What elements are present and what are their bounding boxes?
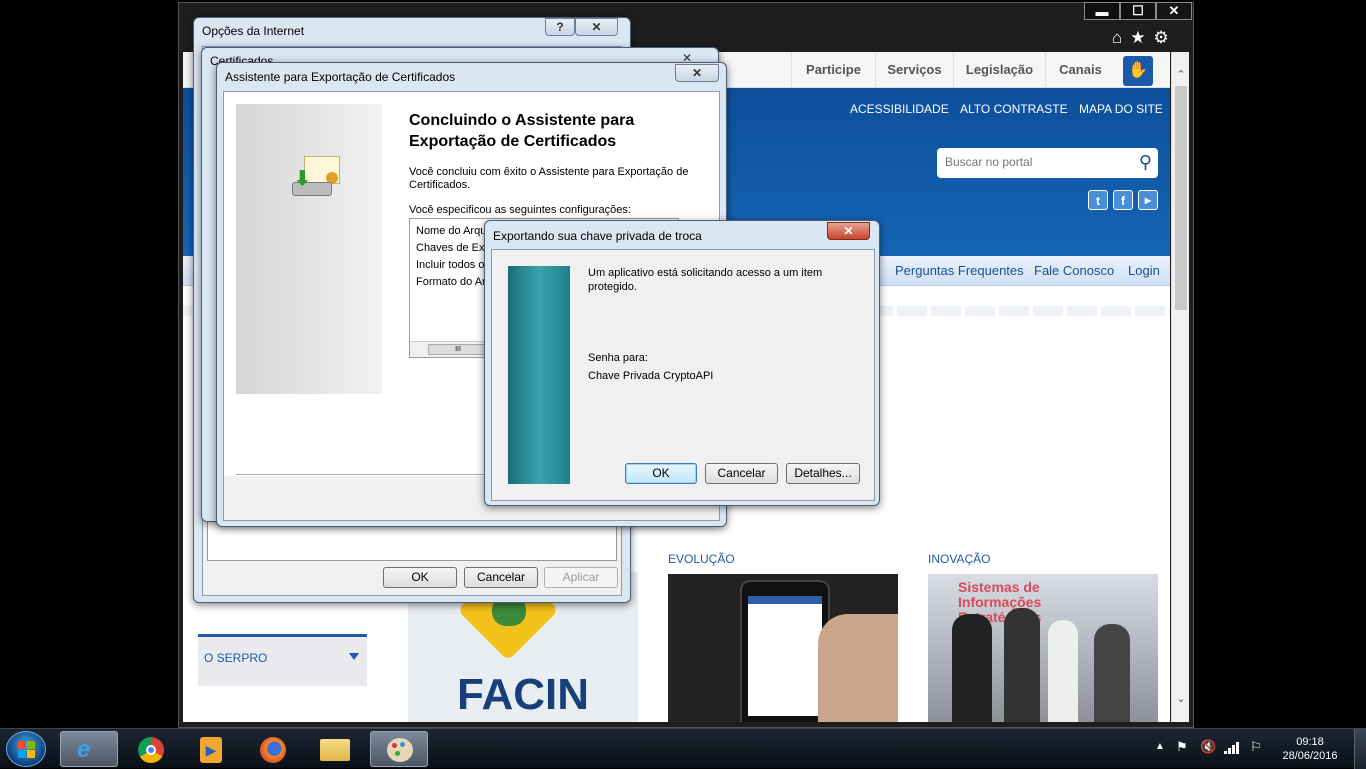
home-icon[interactable]: ⌂ bbox=[1112, 28, 1122, 48]
scroll-up-icon[interactable]: ⌃ bbox=[1175, 68, 1187, 81]
facebook-icon[interactable]: f bbox=[1113, 190, 1133, 210]
details-button[interactable]: Detalhes... bbox=[786, 463, 860, 484]
twitter-icon[interactable]: t bbox=[1088, 190, 1108, 210]
list-item: Incluir todos o bbox=[416, 259, 485, 271]
section-inovacao-label: INOVAÇÃO bbox=[928, 552, 991, 566]
close-button[interactable]: ✕ bbox=[675, 64, 719, 82]
taskbar: e ▶ ▲ ⚑ 🔇 ⚐ 09:18 28/06/2016 bbox=[0, 728, 1366, 769]
close-button[interactable]: ✕ bbox=[827, 222, 870, 240]
section-evolucao-label: EVOLUÇÃO bbox=[668, 552, 735, 566]
list-item: Nome do Arqu bbox=[416, 225, 487, 237]
nav-servicos[interactable]: Serviços bbox=[875, 52, 953, 88]
power-icon[interactable]: ⚐ bbox=[1250, 739, 1262, 755]
list-item: Formato do Ar bbox=[416, 276, 486, 288]
link-login[interactable]: Login bbox=[1128, 263, 1160, 278]
certificate-export-icon: ⬇ bbox=[292, 156, 342, 198]
cancel-button[interactable]: Cancelar bbox=[705, 463, 778, 484]
password-for-label: Senha para: bbox=[588, 352, 648, 364]
close-button[interactable]: ✕ bbox=[575, 18, 618, 36]
link-acessibilidade[interactable]: ACESSIBILIDADE bbox=[850, 102, 949, 116]
serpro-label: O SERPRO bbox=[204, 651, 268, 665]
wizard-side-panel: ⬇ bbox=[236, 104, 382, 394]
browser-toolbar: ⌂ ★ ⚙ bbox=[1112, 28, 1182, 48]
start-button[interactable] bbox=[6, 731, 46, 767]
apply-button[interactable]: Aplicar bbox=[544, 567, 618, 588]
list-item: Chaves de Exp bbox=[416, 242, 491, 254]
security-banner bbox=[508, 266, 570, 484]
evolucao-news-image[interactable] bbox=[668, 574, 898, 722]
file-explorer-icon[interactable] bbox=[306, 731, 364, 767]
link-fale-conosco[interactable]: Fale Conosco bbox=[1034, 263, 1114, 278]
show-hidden-icons-icon[interactable]: ▲ bbox=[1155, 741, 1165, 752]
search-icon[interactable]: ⚲ bbox=[1139, 152, 1152, 173]
ok-button[interactable]: OK bbox=[625, 463, 697, 484]
serpro-dropdown[interactable]: O SERPRO bbox=[198, 634, 367, 686]
dialog-title: Assistente para Exportação de Certificad… bbox=[225, 70, 456, 84]
clock-date: 28/06/2016 bbox=[1282, 750, 1338, 762]
settings-gear-icon[interactable]: ⚙ bbox=[1154, 28, 1169, 48]
facin-text: FACIN bbox=[457, 670, 589, 719]
link-alto-contraste[interactable]: ALTO CONTRASTE bbox=[960, 102, 1068, 116]
scroll-thumb[interactable]: III bbox=[428, 344, 488, 355]
specified-label: Você especificou as seguintes configuraç… bbox=[409, 204, 631, 216]
link-mapa-do-site[interactable]: MAPA DO SITE bbox=[1079, 102, 1163, 116]
search-input[interactable] bbox=[945, 155, 1125, 169]
access-message: Um aplicativo está solicitando acesso a … bbox=[588, 267, 823, 293]
page-scrollbar[interactable]: ⌃ ⌄ bbox=[1171, 52, 1189, 722]
minimize-button[interactable]: ▬ bbox=[1084, 2, 1120, 20]
system-clock[interactable]: 09:18 28/06/2016 bbox=[1278, 735, 1342, 763]
close-button[interactable]: ✕ bbox=[1156, 2, 1192, 20]
accessibility-icon[interactable]: ✋ bbox=[1123, 56, 1153, 86]
inovacao-news-image[interactable]: Sistemas de Informações Estratégicas Fi.… bbox=[928, 574, 1158, 722]
nav-canais[interactable]: Canais bbox=[1045, 52, 1115, 88]
favorites-star-icon[interactable]: ★ bbox=[1130, 28, 1145, 48]
dialog-title: Exportando sua chave privada de troca bbox=[493, 229, 702, 243]
dialog-title: Opções da Internet bbox=[202, 24, 305, 38]
firefox-icon[interactable] bbox=[244, 731, 302, 767]
nav-legislacao[interactable]: Legislação bbox=[953, 52, 1045, 88]
paint-icon[interactable] bbox=[370, 731, 428, 767]
wizard-heading: Concluindo o Assistente para Exportação … bbox=[409, 112, 635, 150]
scroll-thumb[interactable] bbox=[1175, 86, 1187, 310]
action-center-icon[interactable]: ⚑ bbox=[1176, 739, 1188, 755]
browser-window-controls: ▬ ☐ ✕ bbox=[1084, 2, 1194, 22]
maximize-button[interactable]: ☐ bbox=[1120, 2, 1156, 20]
youtube-icon[interactable]: ▶ bbox=[1138, 190, 1158, 210]
private-key-dialog: Exportando sua chave privada de troca ✕ … bbox=[484, 220, 880, 506]
help-button[interactable]: ? bbox=[545, 18, 575, 36]
clock-time: 09:18 bbox=[1296, 736, 1324, 748]
volume-muted-icon[interactable]: 🔇 bbox=[1200, 739, 1216, 755]
key-name-label: Chave Privada CryptoAPI bbox=[588, 370, 714, 382]
nav-participe[interactable]: Participe bbox=[791, 52, 875, 88]
scroll-down-icon[interactable]: ⌄ bbox=[1175, 692, 1187, 705]
success-text: Você concluiu com êxito o Assistente par… bbox=[409, 166, 689, 191]
media-player-icon[interactable]: ▶ bbox=[182, 731, 240, 767]
chrome-icon[interactable] bbox=[122, 731, 180, 767]
ok-button[interactable]: OK bbox=[383, 567, 457, 588]
internet-explorer-icon[interactable]: e bbox=[60, 731, 118, 767]
chevron-down-icon bbox=[349, 653, 359, 660]
search-box: ⚲ bbox=[937, 148, 1158, 178]
show-desktop-button[interactable] bbox=[1354, 729, 1366, 769]
link-perguntas-frequentes[interactable]: Perguntas Frequentes bbox=[895, 263, 1024, 278]
cancel-button[interactable]: Cancelar bbox=[464, 567, 538, 588]
